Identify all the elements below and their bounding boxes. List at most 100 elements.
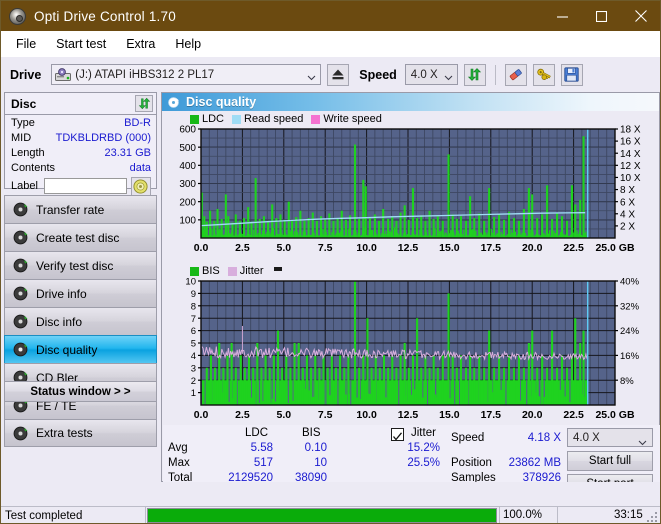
legend-label-bis: BIS bbox=[202, 265, 220, 277]
sidebar-label: Drive info bbox=[36, 286, 87, 301]
svg-text:0.0: 0.0 bbox=[194, 409, 209, 421]
stats-jitter-avg: 15.2% bbox=[407, 442, 440, 454]
close-button[interactable] bbox=[621, 1, 660, 31]
svg-text:17.5: 17.5 bbox=[481, 242, 502, 254]
legend-label-jitter: Jitter bbox=[239, 265, 264, 277]
resize-grip[interactable] bbox=[647, 512, 658, 523]
svg-text:600: 600 bbox=[179, 125, 196, 136]
svg-text:20.0: 20.0 bbox=[522, 409, 543, 421]
stats-header-bis: BIS bbox=[302, 427, 321, 439]
speed-value: 4.0 X bbox=[410, 68, 438, 81]
svg-text:2.5: 2.5 bbox=[235, 409, 250, 421]
menu-help[interactable]: Help bbox=[166, 34, 210, 54]
legend-swatch-ldc bbox=[190, 114, 199, 124]
content-title: Disc quality bbox=[186, 95, 257, 109]
navigation-list: Transfer rate Create test disc Verify te… bbox=[4, 195, 157, 447]
menu-start-test[interactable]: Start test bbox=[47, 34, 115, 54]
start-full-button[interactable]: Start full bbox=[567, 451, 653, 471]
sidebar-item-disc-quality[interactable]: Disc quality bbox=[4, 335, 157, 363]
sidebar-item-transfer-rate[interactable]: Transfer rate bbox=[4, 195, 157, 223]
svg-text:12.5: 12.5 bbox=[398, 409, 419, 421]
legend-swatch-jitter bbox=[227, 266, 237, 276]
sidebar-item-disc-info[interactable]: Disc info bbox=[4, 307, 157, 335]
stats-speed-label: Speed bbox=[451, 432, 485, 444]
disc-row-mid: MID TDKBLDRBD (000) bbox=[5, 131, 156, 145]
svg-text:300: 300 bbox=[179, 179, 196, 190]
sidebar-item-create-test-disc[interactable]: Create test disc bbox=[4, 223, 157, 251]
disc-info-panel: Disc Type BD-R MID TDKBLDRBD (000) Lengt… bbox=[4, 92, 157, 196]
svg-text:20.0: 20.0 bbox=[522, 242, 543, 254]
legend-label-write-speed: Write speed bbox=[323, 113, 382, 125]
statistics-panel: LDC BIS Avg Max Total 5.58 517 2129520 0… bbox=[163, 425, 660, 494]
drive-value: (J:) ATAPI iHBS312 2 PL17 bbox=[75, 68, 215, 81]
svg-text:500: 500 bbox=[179, 143, 196, 154]
menu-file[interactable]: File bbox=[7, 34, 45, 54]
status-window-button[interactable]: Status window > > bbox=[4, 381, 157, 402]
svg-text:2.5: 2.5 bbox=[235, 242, 250, 254]
maximize-button[interactable] bbox=[582, 1, 621, 31]
stats-row-label-max: Max bbox=[168, 457, 190, 469]
stats-ldc-max: 517 bbox=[253, 457, 273, 469]
sidebar-label: Transfer rate bbox=[36, 202, 105, 217]
menu-extra[interactable]: Extra bbox=[117, 34, 164, 54]
legend-swatch-bis bbox=[190, 266, 199, 276]
svg-text:8 X: 8 X bbox=[620, 185, 635, 196]
svg-text:16 X: 16 X bbox=[620, 137, 641, 148]
save-button[interactable] bbox=[560, 63, 583, 86]
svg-text:32%: 32% bbox=[620, 301, 640, 312]
bis-chart: BIS Jitter 1 2 3 4 5 6 7 8 9 10 8% 16% 24% 32% 40% 0.0 2… bbox=[162, 263, 659, 423]
status-divider-3 bbox=[557, 507, 558, 523]
sidebar-item-verify-test-disc[interactable]: Verify test disc bbox=[4, 251, 157, 279]
svg-text:6 X: 6 X bbox=[620, 197, 635, 208]
stats-header-ldc: LDC bbox=[245, 427, 269, 439]
svg-text:7.5: 7.5 bbox=[318, 242, 333, 254]
disc-panel-title: Disc bbox=[11, 96, 37, 111]
disc-label-input[interactable] bbox=[43, 178, 127, 194]
svg-text:15.0: 15.0 bbox=[439, 242, 460, 254]
test-speed-select[interactable]: 4.0 X bbox=[567, 428, 653, 447]
disc-row-length: Length 23.31 GB bbox=[5, 146, 156, 160]
svg-text:2 X: 2 X bbox=[620, 221, 635, 232]
menu-bar: File Start test Extra Help bbox=[1, 31, 660, 57]
disc-refresh-button[interactable] bbox=[135, 95, 153, 112]
legend-swatch-read-speed bbox=[232, 114, 242, 124]
svg-text:24%: 24% bbox=[620, 326, 640, 337]
disc-key-length: Length bbox=[11, 147, 45, 159]
drive-select[interactable]: (J:) ATAPI iHBS312 2 PL17 bbox=[51, 64, 322, 85]
svg-text:9: 9 bbox=[191, 289, 196, 300]
progress-percent: 100.0% bbox=[503, 509, 543, 521]
jitter-checkbox[interactable] bbox=[391, 428, 404, 441]
refresh-button[interactable] bbox=[463, 63, 486, 86]
status-bar: Test completed 100.0% 33:15 bbox=[1, 506, 660, 523]
svg-text:100: 100 bbox=[179, 215, 196, 226]
bottom-bar: Test completed 100.0% 33:15 bbox=[1, 482, 660, 523]
stats-row-label-avg: Avg bbox=[168, 442, 188, 454]
disc-test-icon bbox=[12, 425, 29, 442]
content-header: Disc quality bbox=[162, 93, 659, 111]
svg-text:15.0: 15.0 bbox=[439, 409, 460, 421]
sidebar-label: Verify test disc bbox=[36, 258, 114, 273]
svg-text:5: 5 bbox=[191, 339, 196, 350]
minimize-button[interactable] bbox=[543, 1, 582, 31]
sidebar-item-drive-info[interactable]: Drive info bbox=[4, 279, 157, 307]
legend-label-read-speed: Read speed bbox=[244, 113, 304, 125]
eject-button[interactable] bbox=[327, 63, 350, 86]
speed-select[interactable]: 4.0 X bbox=[404, 64, 458, 85]
svg-text:25.0 GB: 25.0 GB bbox=[595, 409, 635, 421]
status-divider-2 bbox=[499, 507, 500, 523]
disc-quality-icon bbox=[167, 96, 180, 109]
svg-text:12 X: 12 X bbox=[620, 161, 641, 172]
disc-value-mid: TDKBLDRBD (000) bbox=[55, 132, 151, 144]
application-window: Opti Drive Control 1.70 File Start test … bbox=[0, 0, 661, 524]
svg-text:10.0: 10.0 bbox=[356, 242, 377, 254]
stats-ldc-avg: 5.58 bbox=[250, 442, 273, 454]
erase-button[interactable] bbox=[504, 63, 527, 86]
svg-text:7.5: 7.5 bbox=[318, 409, 333, 421]
stats-speed-value: 4.18 X bbox=[527, 432, 561, 444]
svg-text:4 X: 4 X bbox=[620, 209, 635, 220]
disc-label-apply-button[interactable] bbox=[130, 176, 151, 196]
sidebar-item-extra-tests[interactable]: Extra tests bbox=[4, 419, 157, 447]
disc-value-contents: data bbox=[129, 162, 151, 174]
bitsetting-button[interactable] bbox=[532, 63, 555, 86]
svg-text:10: 10 bbox=[185, 277, 196, 288]
